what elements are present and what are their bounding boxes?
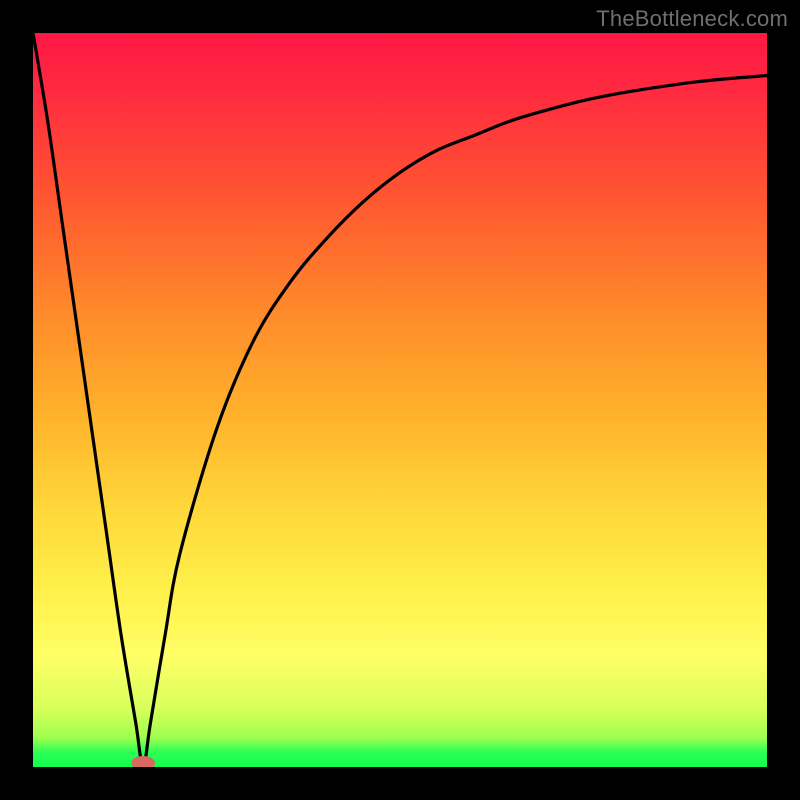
minimum-marker [131,756,155,767]
curve-path [33,33,767,767]
chart-frame: TheBottleneck.com [0,0,800,800]
plot-area [33,33,767,767]
bottleneck-curve [33,33,767,767]
watermark-text: TheBottleneck.com [596,6,788,32]
